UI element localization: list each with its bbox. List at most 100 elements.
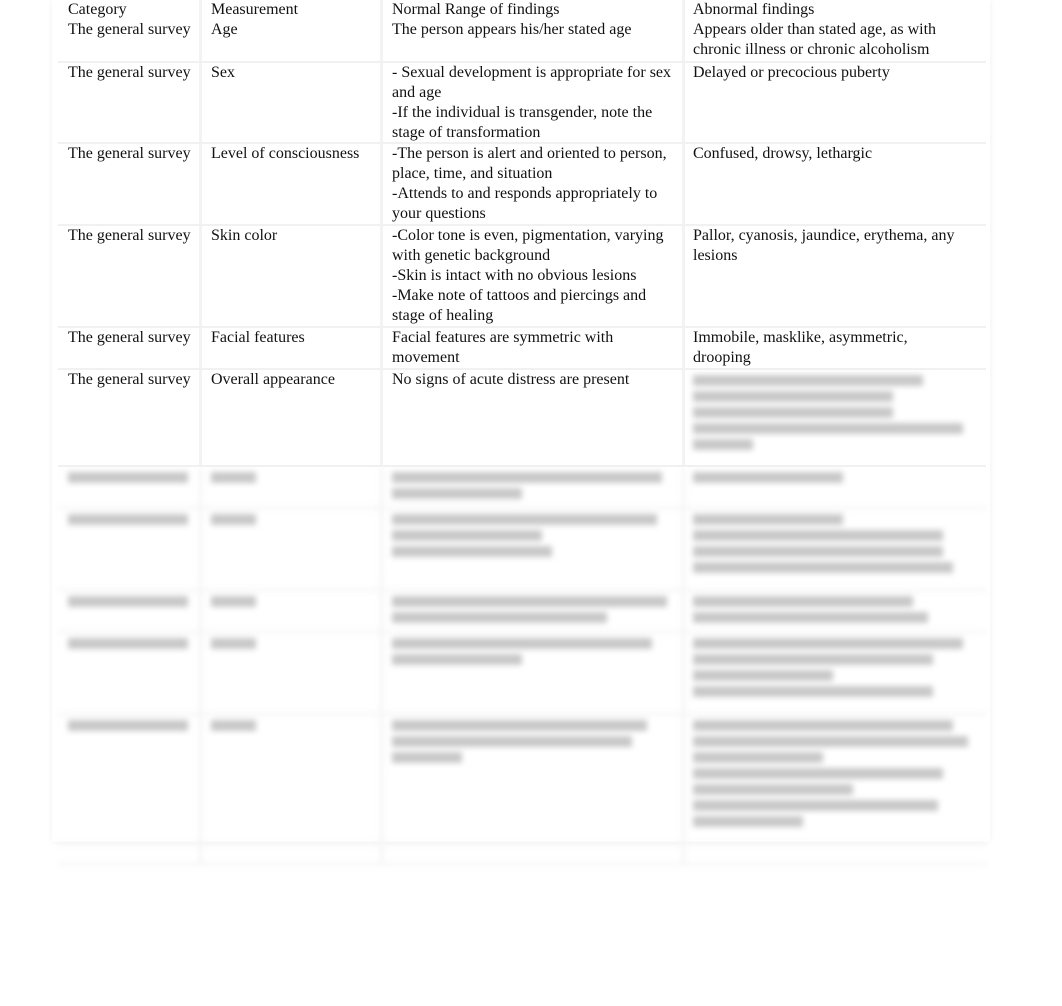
redacted-text [68, 596, 188, 607]
cell-category: The general survey [58, 63, 202, 142]
cell-line: Appears older than stated age, as with [693, 21, 937, 38]
redacted-text [693, 800, 938, 811]
header-measurement: Measurement [202, 0, 383, 20]
redacted-text [693, 816, 803, 827]
redacted-cell [685, 715, 986, 843]
cell-category: The general survey [58, 226, 202, 326]
cell-line: Pallor, cyanosis, jaundice, erythema, an… [693, 227, 955, 244]
redacted-text [693, 514, 843, 525]
cell-measurement: Facial features [202, 328, 383, 368]
cell-line: movement [392, 349, 460, 366]
redacted-cell [202, 509, 383, 589]
cell-line: No signs of acute distress are present [392, 371, 630, 388]
cell-abnormal: Confused, drowsy, lethargic [685, 144, 986, 224]
redacted-text [68, 472, 188, 483]
redacted-text [693, 407, 893, 418]
redacted-text [68, 638, 188, 649]
table-header-row: Category Measurement Normal Range of fin… [58, 0, 986, 20]
cell-line: -The person is alert and oriented to per… [392, 145, 667, 162]
header-normal: Normal Range of findings [383, 0, 685, 20]
cell-line: stage of healing [392, 307, 494, 324]
redacted-row [58, 591, 986, 633]
cell-line: -Color tone is even, pigmentation, varyi… [392, 227, 664, 244]
cell-line: The person appears his/her stated age [392, 21, 632, 38]
redacted-text [693, 784, 853, 795]
cell-line: your questions [392, 205, 486, 222]
redacted-text [392, 736, 632, 747]
cell-line: stage of transformation [392, 124, 541, 141]
blurred-rows [58, 467, 986, 865]
redacted-text [693, 596, 913, 607]
redacted-cell [685, 591, 986, 631]
redacted-cell [202, 633, 383, 713]
redacted-text [693, 375, 923, 386]
redacted-row [58, 633, 986, 715]
redacted-text [693, 768, 943, 779]
redacted-cell [685, 633, 986, 713]
findings-table: Category Measurement Normal Range of fin… [58, 0, 986, 865]
redacted-text [68, 514, 188, 525]
cell-abnormal: Delayed or precocious puberty [685, 63, 986, 142]
cell-measurement: Age [202, 20, 383, 61]
cell-line: - Sexual development is appropriate for … [392, 64, 672, 81]
cell-measurement: Level of consciousness [202, 144, 383, 224]
cell-normal: -The person is alert and oriented to per… [383, 144, 685, 224]
redacted-text [693, 686, 933, 697]
redacted-cell [202, 591, 383, 631]
redacted-cell [202, 715, 383, 843]
cell-line: lesions [693, 247, 738, 264]
redacted-text [392, 472, 662, 483]
table-row: The general survey Sex - Sexual developmen… [58, 63, 986, 144]
redacted-cell [383, 633, 685, 713]
redacted-text [693, 562, 953, 573]
cell-line: place, time, and situation [392, 165, 553, 182]
cell-normal: -Color tone is even, pigmentation, varyi… [383, 226, 685, 326]
redacted-cell [685, 845, 986, 863]
redacted-text [392, 752, 462, 763]
redacted-text [693, 439, 753, 450]
redacted-text [693, 530, 943, 541]
redacted-text [392, 530, 542, 541]
redacted-text [392, 612, 607, 623]
redacted-text [693, 423, 963, 434]
redacted-text [693, 638, 963, 649]
redacted-text [693, 752, 823, 763]
redacted-text [392, 596, 667, 607]
redacted-cell [202, 845, 383, 863]
cell-abnormal [685, 370, 986, 465]
cell-line: chronic illness or chronic alcoholism [693, 41, 930, 58]
redacted-row [58, 845, 986, 865]
redacted-cell [58, 509, 202, 589]
table-row: The general survey Level of consciousness… [58, 144, 986, 226]
cell-line: -Make note of tattoos and piercings and [392, 287, 647, 304]
cell-abnormal: Immobile, masklike, asymmetric, drooping [685, 328, 986, 368]
redacted-text [211, 638, 256, 649]
redacted-text [211, 596, 256, 607]
cell-abnormal: Appears older than stated age, as with ch… [685, 20, 986, 61]
redacted-cell [685, 467, 986, 507]
redacted-text [392, 720, 647, 731]
table-row: The general survey Skin color -Color tone … [58, 226, 986, 328]
redacted-text [693, 736, 968, 747]
table-row: The general survey Overall appearance No s… [58, 370, 986, 467]
cell-normal: No signs of acute distress are present [383, 370, 685, 465]
cell-normal: The person appears his/her stated age [383, 20, 685, 61]
redacted-cell [58, 591, 202, 631]
redacted-row [58, 509, 986, 591]
redacted-cell [58, 715, 202, 843]
redacted-row [58, 467, 986, 509]
redacted-text [392, 514, 657, 525]
redacted-cell [383, 715, 685, 843]
redacted-text [211, 720, 256, 731]
cell-measurement: Sex [202, 63, 383, 142]
redacted-cell [58, 633, 202, 713]
redacted-text [693, 546, 943, 557]
redacted-text [693, 391, 893, 402]
redacted-text [392, 654, 522, 665]
table-row: The general survey Age The person appears … [58, 20, 986, 63]
cell-category: The general survey [58, 370, 202, 465]
table-row: The general survey Facial features Facial … [58, 328, 986, 370]
cell-line: with genetic background [392, 247, 551, 264]
redacted-text [392, 546, 552, 557]
cell-line: -If the individual is transgender, note … [392, 104, 653, 121]
